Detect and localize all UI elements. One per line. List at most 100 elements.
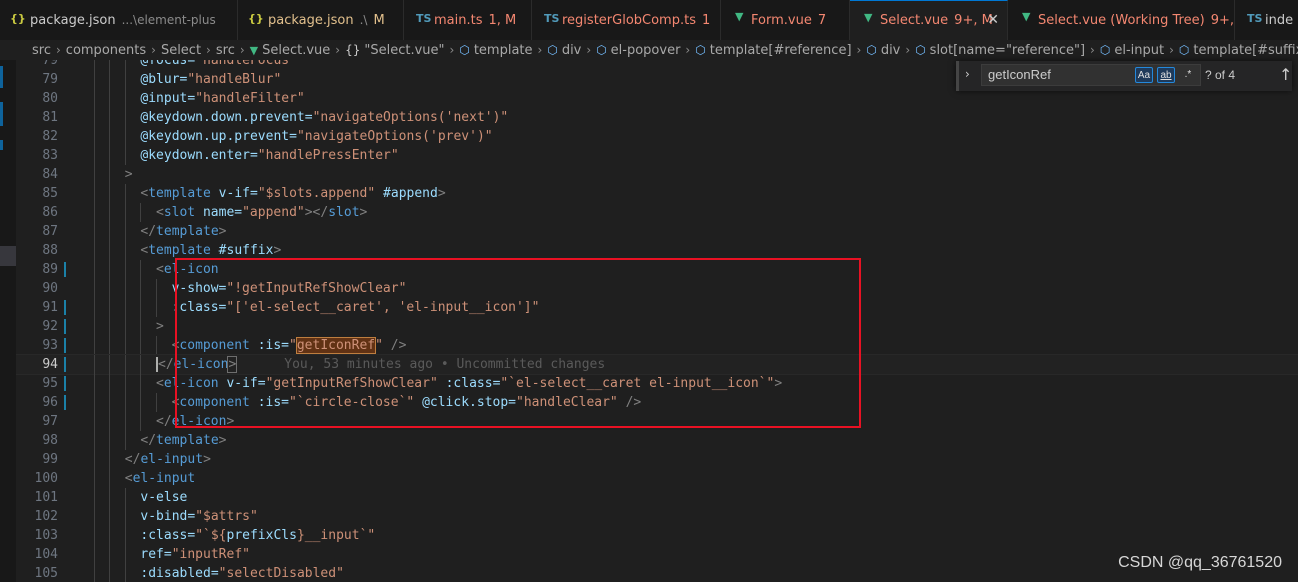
line-number: 84 bbox=[42, 167, 58, 182]
breadcrumb-label: Select.vue bbox=[262, 42, 331, 58]
indent-guide bbox=[124, 412, 126, 431]
indent-guide bbox=[109, 241, 111, 260]
tab[interactable]: TS main.ts 1, M bbox=[404, 0, 532, 40]
indent-guide bbox=[124, 526, 126, 545]
indent-guide bbox=[93, 507, 95, 526]
tab-status: 1, M bbox=[488, 12, 517, 28]
tab[interactable]: ▼ Select.vue 9+, M ✕ bbox=[850, 0, 1008, 40]
tab-status: 9+, M bbox=[1210, 12, 1234, 28]
chevron-right-icon: › bbox=[151, 43, 156, 57]
gutter-modified-marker bbox=[64, 262, 66, 277]
code-line[interactable]: 101 v-else bbox=[16, 488, 1298, 507]
breadcrumb-label: template[#reference] bbox=[709, 42, 852, 58]
indent-guide bbox=[124, 545, 126, 564]
indent-guide bbox=[93, 146, 95, 165]
breadcrumb-item[interactable]: ⬡ slot[name="reference"] bbox=[915, 43, 1085, 58]
breadcrumb-item[interactable]: {} "Select.vue" bbox=[345, 43, 444, 58]
code-line[interactable]: 83 @keydown.enter="handlePressEnter" bbox=[16, 146, 1298, 165]
breadcrumb-label: template bbox=[473, 42, 533, 58]
code-token: el-input bbox=[140, 452, 204, 467]
tab[interactable]: {} package.json ...\element-plus bbox=[0, 0, 238, 40]
indent-guide bbox=[124, 89, 126, 108]
code-line[interactable]: 85 <template v-if="$slots.append" #append… bbox=[16, 184, 1298, 203]
code-token: name= bbox=[202, 205, 243, 220]
vue-icon: ▼ bbox=[864, 11, 873, 24]
code-token: @focus= bbox=[140, 60, 196, 68]
indent-guide bbox=[140, 260, 142, 279]
code-line[interactable]: 80 @input="handleFilter" bbox=[16, 89, 1298, 108]
breadcrumb-item[interactable]: ⬡ el-input bbox=[1100, 43, 1164, 58]
indent-guide bbox=[93, 488, 95, 507]
chevron-right-icon[interactable]: › bbox=[965, 67, 970, 81]
code-token: @input= bbox=[140, 91, 196, 106]
indent-guide bbox=[93, 127, 95, 146]
code-line[interactable]: 102 v-bind="$attrs" bbox=[16, 507, 1298, 526]
tab[interactable]: TS registerGlobComp.ts 1 bbox=[532, 0, 721, 40]
breadcrumb-item[interactable]: ⬡ div bbox=[866, 43, 900, 58]
close-icon[interactable]: ✕ bbox=[987, 12, 999, 28]
match-case-toggle[interactable]: Aa bbox=[1135, 67, 1153, 83]
breadcrumb-item[interactable]: Select bbox=[161, 43, 201, 58]
json-icon: {} bbox=[248, 12, 264, 25]
indent-guide bbox=[140, 336, 142, 355]
indent-guide bbox=[93, 412, 95, 431]
breadcrumb-item[interactable]: ⬡ template[#reference] bbox=[695, 43, 851, 58]
chevron-right-icon: › bbox=[537, 43, 543, 57]
code-line[interactable]: 104 ref="inputRef" bbox=[16, 545, 1298, 564]
code-token: slot bbox=[163, 205, 196, 220]
code-line[interactable]: 99 </el-input> bbox=[16, 450, 1298, 469]
indent-guide bbox=[124, 260, 126, 279]
code-line[interactable]: 84 > bbox=[16, 165, 1298, 184]
breadcrumb-item[interactable]: ▼ Select.vue bbox=[250, 43, 331, 58]
code-token: </ bbox=[124, 452, 141, 467]
code-token: #suffix bbox=[218, 243, 274, 258]
tab[interactable]: ▼ Form.vue 7 bbox=[721, 0, 850, 40]
tab[interactable]: ▼ Select.vue (Working Tree) 9+, M bbox=[1008, 0, 1235, 40]
tab-label: package.json bbox=[268, 12, 354, 28]
indent-guide bbox=[93, 545, 95, 564]
indent-guide bbox=[93, 526, 95, 545]
indent-guide bbox=[140, 203, 142, 222]
indent-guide bbox=[109, 336, 111, 355]
code-line[interactable]: 87 </template> bbox=[16, 222, 1298, 241]
breadcrumb-item[interactable]: ⬡ template[#suffix] bbox=[1179, 43, 1298, 58]
code-line[interactable]: 86 <slot name="append"></slot> bbox=[16, 203, 1298, 222]
breadcrumb-label: template[#suffix] bbox=[1193, 42, 1298, 58]
code-token: < bbox=[156, 262, 164, 277]
indent-guide bbox=[109, 184, 111, 203]
breadcrumb-item[interactable]: ⬡ el-popover bbox=[596, 43, 680, 58]
indent-guide bbox=[93, 564, 95, 582]
breadcrumb-item[interactable]: components bbox=[66, 43, 146, 58]
indent-guide bbox=[93, 450, 95, 469]
line-number: 91 bbox=[42, 300, 58, 315]
breadcrumb-item[interactable]: ⬡ div bbox=[547, 43, 581, 58]
regex-toggle[interactable]: .* bbox=[1179, 67, 1197, 83]
chevron-right-icon: › bbox=[856, 43, 862, 57]
find-widget: › getIconRef Aa ab .* ? of 4 ↑ bbox=[956, 61, 1292, 91]
code-token: > bbox=[273, 243, 282, 258]
tab[interactable]: TS inde bbox=[1235, 0, 1298, 40]
code-line[interactable]: 105:disabled="selectDisabled" bbox=[16, 564, 1298, 582]
code-line[interactable]: 100 <el-input bbox=[16, 469, 1298, 488]
code-token: template bbox=[148, 186, 211, 201]
code-line[interactable]: 82 @keydown.up.prevent="navigateOptions('… bbox=[16, 127, 1298, 146]
tab[interactable]: {} package.json .\ M bbox=[238, 0, 404, 40]
breadcrumb-label: "Select.vue" bbox=[364, 42, 445, 58]
code-line[interactable]: 81 @keydown.down.prevent="navigateOptions… bbox=[16, 108, 1298, 127]
code-token: > bbox=[218, 224, 227, 239]
code-line[interactable]: 103:class="`${prefixCls}__input`" bbox=[16, 526, 1298, 545]
tab-label: Select.vue (Working Tree) bbox=[1038, 12, 1205, 28]
code-token: "inputRef" bbox=[171, 547, 250, 562]
breadcrumb-item[interactable]: src bbox=[32, 43, 51, 58]
code-text: v-bind="$attrs" bbox=[140, 507, 257, 526]
line-number: 99 bbox=[42, 452, 58, 467]
line-number: 103 bbox=[34, 528, 58, 543]
breadcrumb-item[interactable]: src bbox=[216, 43, 235, 58]
arrow-up-icon[interactable]: ↑ bbox=[1279, 65, 1292, 84]
code-line[interactable]: 98 </template> bbox=[16, 431, 1298, 450]
breadcrumb-item[interactable]: ⬡ template bbox=[459, 43, 532, 58]
whole-word-toggle[interactable]: ab bbox=[1157, 67, 1175, 83]
